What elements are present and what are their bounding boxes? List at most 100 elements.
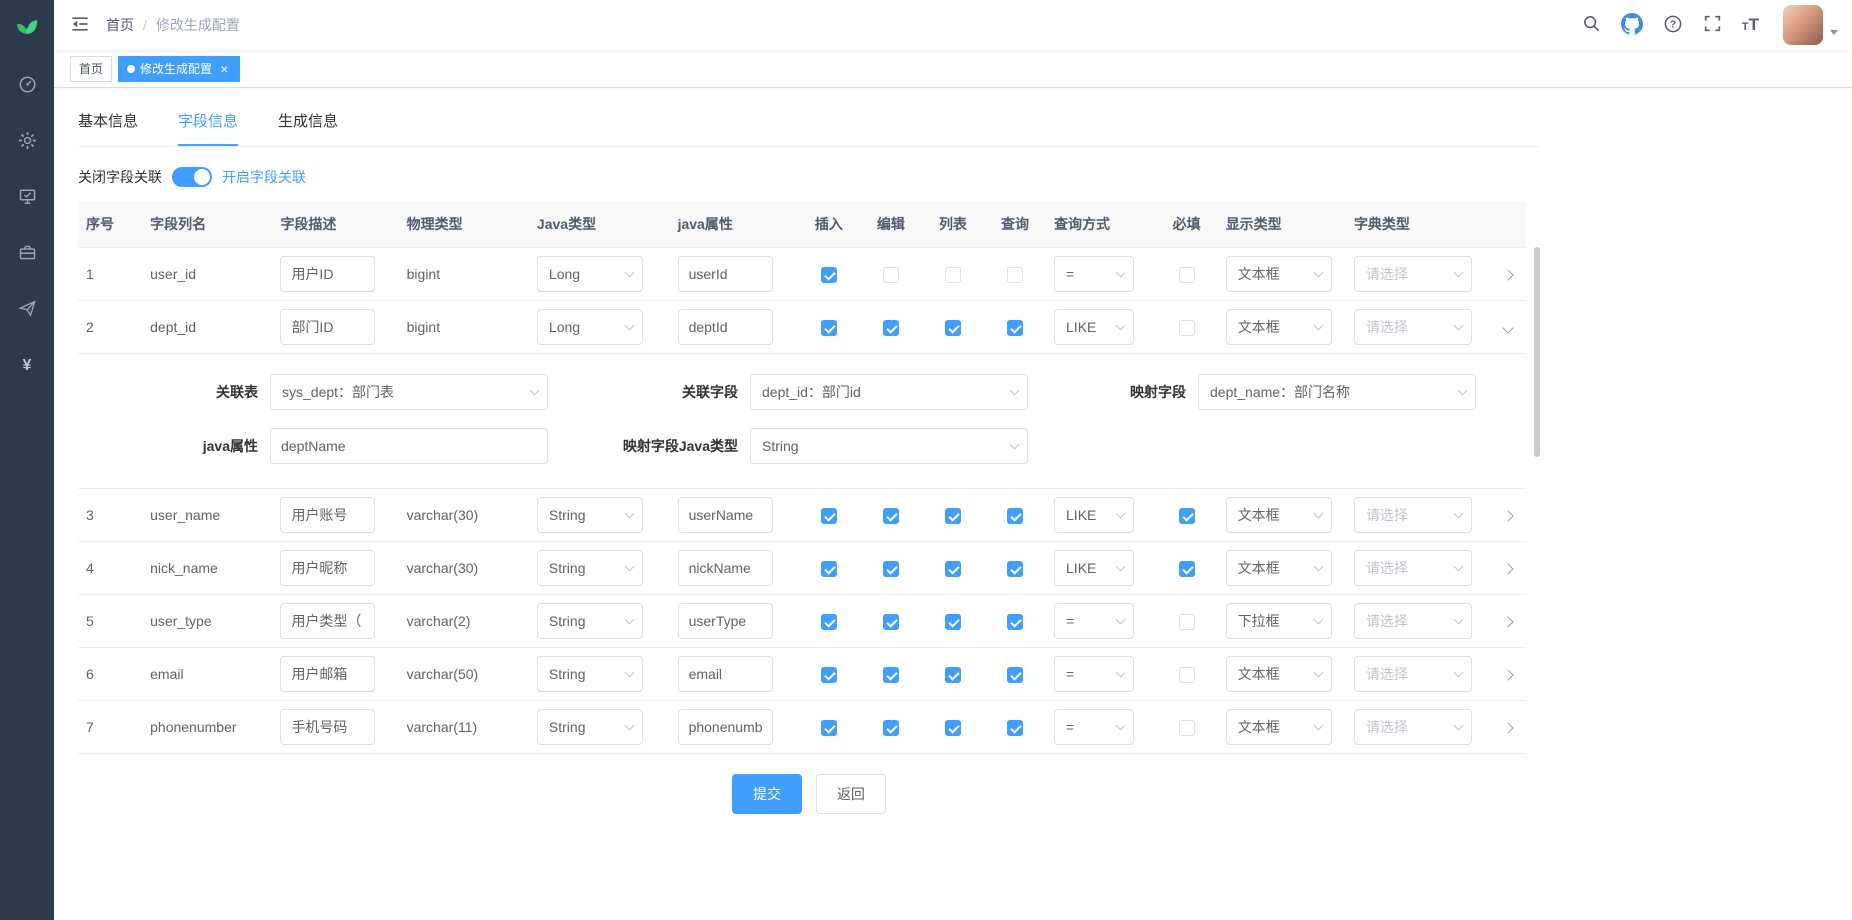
tab-basic-info[interactable]: 基本信息 [78, 104, 138, 146]
expand-row-icon[interactable] [1503, 669, 1514, 680]
dict-type-select[interactable]: 请选择 [1354, 603, 1472, 639]
expansion-select[interactable]: sys_dept：部门表 [270, 374, 548, 410]
java-type-select[interactable]: Long [537, 256, 643, 292]
expand-row-icon[interactable] [1503, 322, 1514, 333]
description-input[interactable] [280, 256, 375, 292]
java-type-select[interactable]: Long [537, 309, 643, 345]
edit-checkbox[interactable] [883, 561, 899, 577]
insert-checkbox[interactable] [821, 667, 837, 683]
expansion-select[interactable]: String [750, 428, 1028, 464]
query-checkbox[interactable] [1007, 561, 1023, 577]
app-logo[interactable] [0, 0, 54, 50]
font-size-button[interactable]: TT [1732, 0, 1769, 50]
user-menu[interactable] [1783, 5, 1838, 45]
java-type-select[interactable]: String [537, 709, 643, 745]
edit-checkbox[interactable] [883, 614, 899, 630]
java-type-select[interactable]: String [537, 656, 643, 692]
query-mode-select[interactable]: = [1054, 709, 1134, 745]
docs-button[interactable]: ? [1653, 0, 1693, 50]
back-button[interactable]: 返回 [816, 774, 886, 814]
collapse-sidebar-button[interactable] [54, 0, 106, 50]
edit-checkbox[interactable] [883, 720, 899, 736]
tab-field-info[interactable]: 字段信息 [178, 104, 238, 146]
display-type-select[interactable]: 下拉框 [1226, 603, 1332, 639]
required-checkbox[interactable] [1179, 667, 1195, 683]
query-checkbox[interactable] [1007, 667, 1023, 683]
java-property-input[interactable] [678, 603, 773, 639]
list-checkbox[interactable] [945, 667, 961, 683]
sidebar-item-dashboard[interactable] [0, 58, 54, 114]
description-input[interactable] [280, 603, 375, 639]
required-checkbox[interactable] [1179, 720, 1195, 736]
expansion-select[interactable]: dept_name：部门名称 [1198, 374, 1476, 410]
insert-checkbox[interactable] [821, 267, 837, 283]
expansion-java-property-input[interactable] [270, 428, 548, 464]
list-checkbox[interactable] [945, 508, 961, 524]
fullscreen-button[interactable] [1693, 0, 1732, 50]
query-mode-select[interactable]: LIKE [1054, 550, 1134, 586]
breadcrumb-home[interactable]: 首页 [106, 15, 134, 35]
expand-row-icon[interactable] [1503, 510, 1514, 521]
tag-active[interactable]: 修改生成配置× [118, 56, 240, 82]
insert-checkbox[interactable] [821, 508, 837, 524]
query-checkbox[interactable] [1007, 508, 1023, 524]
expand-row-icon[interactable] [1503, 269, 1514, 280]
insert-checkbox[interactable] [821, 320, 837, 336]
required-checkbox[interactable] [1179, 320, 1195, 336]
query-checkbox[interactable] [1007, 267, 1023, 283]
required-checkbox[interactable] [1179, 267, 1195, 283]
query-mode-select[interactable]: LIKE [1054, 309, 1134, 345]
query-checkbox[interactable] [1007, 614, 1023, 630]
relation-toggle-switch[interactable] [172, 167, 212, 187]
sidebar-item-system[interactable] [0, 114, 54, 170]
query-mode-select[interactable]: = [1054, 256, 1134, 292]
java-type-select[interactable]: String [537, 550, 643, 586]
expansion-select[interactable]: dept_id：部门id [750, 374, 1028, 410]
java-property-input[interactable] [678, 709, 773, 745]
java-property-input[interactable] [678, 550, 773, 586]
description-input[interactable] [280, 309, 375, 345]
table-scrollbar-thumb[interactable] [1534, 247, 1540, 457]
dict-type-select[interactable]: 请选择 [1354, 550, 1472, 586]
dict-type-select[interactable]: 请选择 [1354, 497, 1472, 533]
display-type-select[interactable]: 文本框 [1226, 656, 1332, 692]
query-mode-select[interactable]: LIKE [1054, 497, 1134, 533]
dict-type-select[interactable]: 请选择 [1354, 656, 1472, 692]
insert-checkbox[interactable] [821, 561, 837, 577]
query-mode-select[interactable]: = [1054, 603, 1134, 639]
sidebar-item-monitor[interactable] [0, 170, 54, 226]
query-checkbox[interactable] [1007, 720, 1023, 736]
java-type-select[interactable]: String [537, 497, 643, 533]
list-checkbox[interactable] [945, 720, 961, 736]
java-property-input[interactable] [678, 497, 773, 533]
description-input[interactable] [280, 497, 375, 533]
edit-checkbox[interactable] [883, 667, 899, 683]
query-checkbox[interactable] [1007, 320, 1023, 336]
java-type-select[interactable]: String [537, 603, 643, 639]
dict-type-select[interactable]: 请选择 [1354, 256, 1472, 292]
sidebar-item-finance[interactable]: ¥ [0, 338, 54, 394]
tag-close-icon[interactable]: × [217, 62, 231, 76]
list-checkbox[interactable] [945, 320, 961, 336]
tag-item[interactable]: 首页 [70, 56, 112, 82]
sidebar-item-tool[interactable] [0, 226, 54, 282]
display-type-select[interactable]: 文本框 [1226, 550, 1332, 586]
list-checkbox[interactable] [945, 267, 961, 283]
dict-type-select[interactable]: 请选择 [1354, 309, 1472, 345]
insert-checkbox[interactable] [821, 720, 837, 736]
submit-button[interactable]: 提交 [732, 774, 802, 814]
sidebar-item-guide[interactable] [0, 282, 54, 338]
display-type-select[interactable]: 文本框 [1226, 256, 1332, 292]
required-checkbox[interactable] [1179, 508, 1195, 524]
description-input[interactable] [280, 709, 375, 745]
expand-row-icon[interactable] [1503, 616, 1514, 627]
header-search-button[interactable] [1572, 0, 1611, 50]
display-type-select[interactable]: 文本框 [1226, 709, 1332, 745]
insert-checkbox[interactable] [821, 614, 837, 630]
edit-checkbox[interactable] [883, 320, 899, 336]
query-mode-select[interactable]: = [1054, 656, 1134, 692]
display-type-select[interactable]: 文本框 [1226, 309, 1332, 345]
required-checkbox[interactable] [1179, 561, 1195, 577]
java-property-input[interactable] [678, 256, 773, 292]
required-checkbox[interactable] [1179, 614, 1195, 630]
